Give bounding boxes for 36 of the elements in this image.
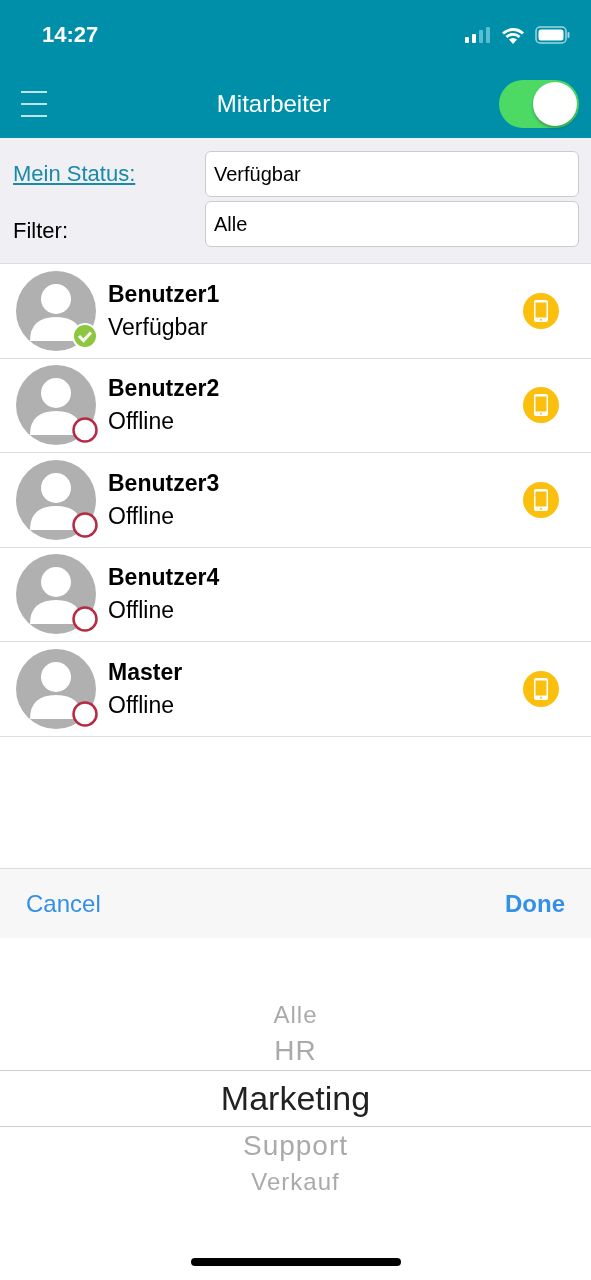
- user-name: Benutzer1: [108, 280, 221, 308]
- picker-option[interactable]: Marketing: [0, 1070, 591, 1127]
- user-name: Benutzer2: [108, 375, 221, 403]
- user-row[interactable]: Benutzer3 Offline: [0, 453, 591, 548]
- phone-icon[interactable]: [523, 387, 559, 424]
- user-row[interactable]: Master Offline: [0, 642, 591, 737]
- user-status: Offline: [108, 691, 176, 719]
- status-link[interactable]: Mein Status:: [13, 161, 205, 187]
- user-name: Benutzer4: [108, 564, 221, 592]
- clock: 14:27: [42, 22, 99, 48]
- user-row[interactable]: Benutzer1 Verfügbar: [0, 264, 591, 359]
- menu-icon[interactable]: [20, 90, 48, 118]
- toggle-switch[interactable]: [499, 80, 579, 128]
- phone-icon[interactable]: [523, 670, 559, 707]
- user-status: Offline: [108, 502, 176, 530]
- user-status: Verfügbar: [108, 313, 209, 341]
- avatar-icon: [16, 270, 96, 351]
- phone-icon[interactable]: [523, 481, 559, 518]
- user-status: Offline: [108, 597, 176, 625]
- user-name: Benutzer3: [108, 469, 221, 497]
- avatar-icon: [16, 365, 96, 446]
- user-status: Offline: [108, 408, 176, 436]
- wifi-icon: [501, 26, 525, 44]
- avatar-icon: [16, 554, 96, 635]
- user-name: Master: [108, 658, 184, 686]
- signal-icon: [465, 27, 491, 43]
- avatar-icon: [16, 459, 96, 540]
- status-field[interactable]: Verfügbar: [205, 151, 579, 197]
- battery-icon: [535, 26, 571, 44]
- filter-label: Filter:: [13, 217, 69, 244]
- user-row[interactable]: Benutzer2 Offline: [0, 358, 591, 453]
- avatar-icon: [16, 648, 96, 729]
- user-row[interactable]: Benutzer4 Offline: [0, 547, 591, 642]
- phone-icon[interactable]: [523, 292, 559, 329]
- filter-field[interactable]: Alle: [205, 201, 579, 247]
- screen-title: Mitarbeiter: [216, 90, 331, 118]
